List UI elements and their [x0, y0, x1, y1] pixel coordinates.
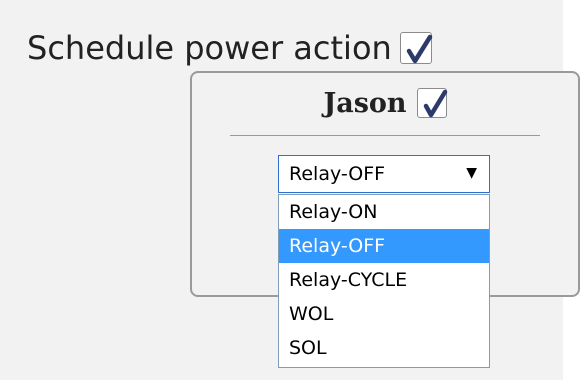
- power-action-select-value: Relay-OFF: [289, 163, 386, 185]
- power-action-select[interactable]: Relay-OFF ▼: [278, 155, 490, 193]
- device-name: Jason: [323, 87, 407, 119]
- checkmark-icon: [423, 89, 447, 118]
- schedule-power-action-checkbox[interactable]: [399, 32, 433, 64]
- device-checkbox[interactable]: [416, 88, 447, 118]
- caret-down-icon: ▼: [466, 165, 477, 181]
- option-relay-cycle[interactable]: Relay-CYCLE: [279, 263, 489, 297]
- schedule-power-action-label: Schedule power action: [27, 29, 392, 67]
- option-relay-on[interactable]: Relay-ON: [279, 195, 489, 229]
- device-divider: [230, 135, 540, 136]
- power-action-dropdown-list[interactable]: Relay-ON Relay-OFF Relay-CYCLE WOL SOL: [278, 194, 490, 368]
- option-sol[interactable]: SOL: [279, 331, 489, 365]
- option-relay-off[interactable]: Relay-OFF: [279, 229, 489, 263]
- device-title-row: Jason: [192, 83, 578, 123]
- schedule-power-action-row: Schedule power action: [27, 24, 433, 72]
- checkmark-icon: [406, 34, 433, 64]
- option-wol[interactable]: WOL: [279, 297, 489, 331]
